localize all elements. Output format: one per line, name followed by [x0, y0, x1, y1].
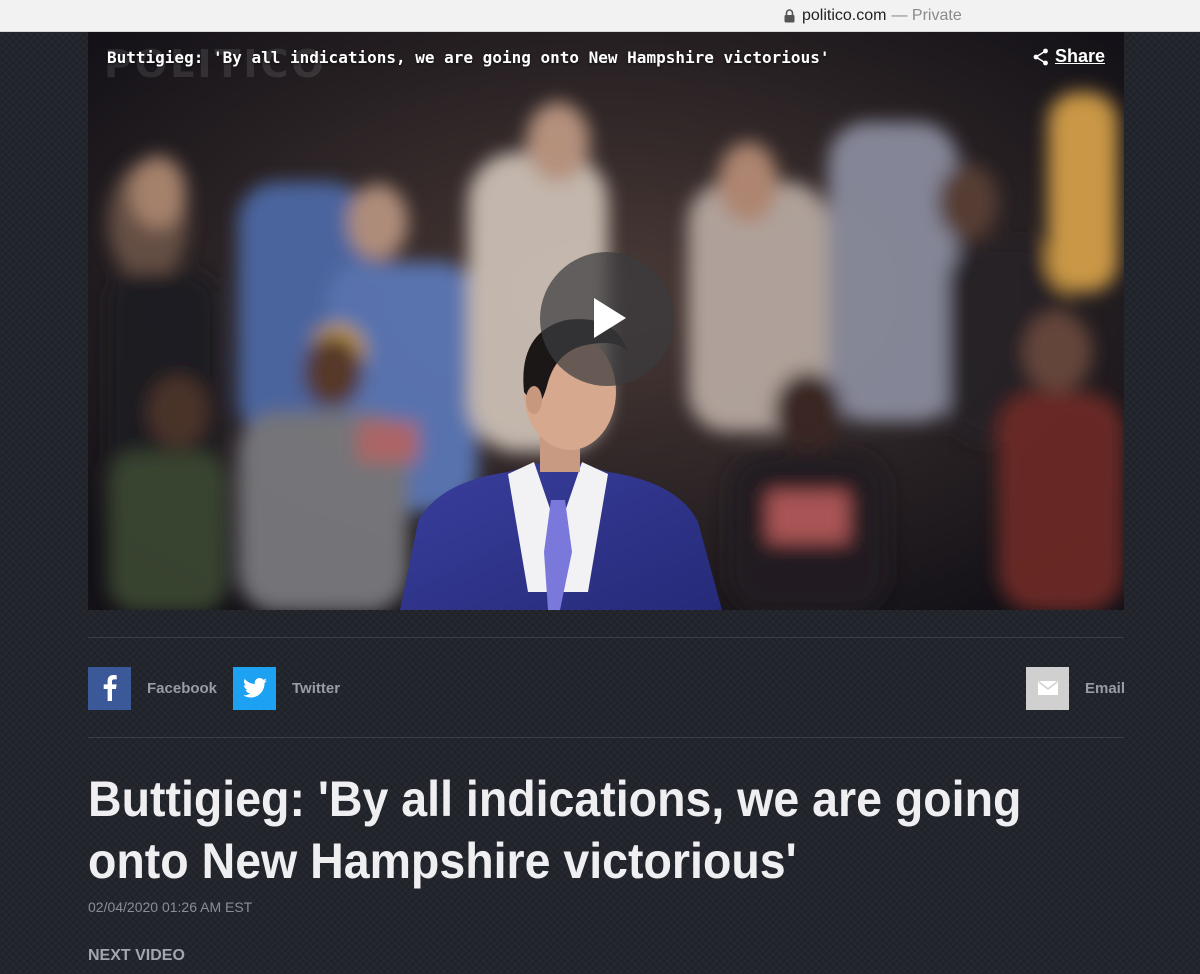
email-icon [1026, 666, 1069, 710]
share-button[interactable]: Share [1033, 46, 1105, 67]
facebook-share-button[interactable]: Facebook [88, 666, 217, 710]
twitter-icon [233, 666, 276, 710]
facebook-icon [88, 666, 131, 710]
facebook-label: Facebook [147, 679, 218, 697]
share-bar-top-divider [88, 637, 1124, 638]
email-label: Email [1085, 679, 1126, 697]
publish-timestamp: 02/04/2020 01:26 AM EST [88, 899, 253, 915]
share-icon [1033, 48, 1048, 65]
article-headline: Buttigieg: 'By all indications, we are g… [88, 771, 1022, 889]
video-title: Buttigieg: 'By all indications, we are g… [107, 48, 830, 67]
politico-video-page: politico.com — Private POLITICO Buttigie… [0, 0, 1200, 974]
next-video-heading: NEXT VIDEO [88, 947, 185, 964]
twitter-label: Twitter [292, 679, 341, 697]
email-share-button[interactable]: Email [1026, 666, 1125, 710]
lock-icon [784, 9, 795, 23]
browser-address-bar[interactable]: politico.com — Private [0, 0, 1200, 32]
video-player[interactable]: POLITICO Buttigieg: 'By all indications,… [88, 32, 1124, 610]
url-display[interactable]: politico.com — Private [784, 6, 962, 26]
twitter-share-button[interactable]: Twitter [233, 666, 340, 710]
share-label: Share [1054, 46, 1105, 66]
play-icon [594, 298, 626, 338]
share-bar-bottom-divider [88, 737, 1124, 738]
play-button[interactable] [540, 252, 674, 386]
url-domain: politico.com [802, 7, 887, 24]
private-mode-label: — Private [891, 7, 962, 24]
